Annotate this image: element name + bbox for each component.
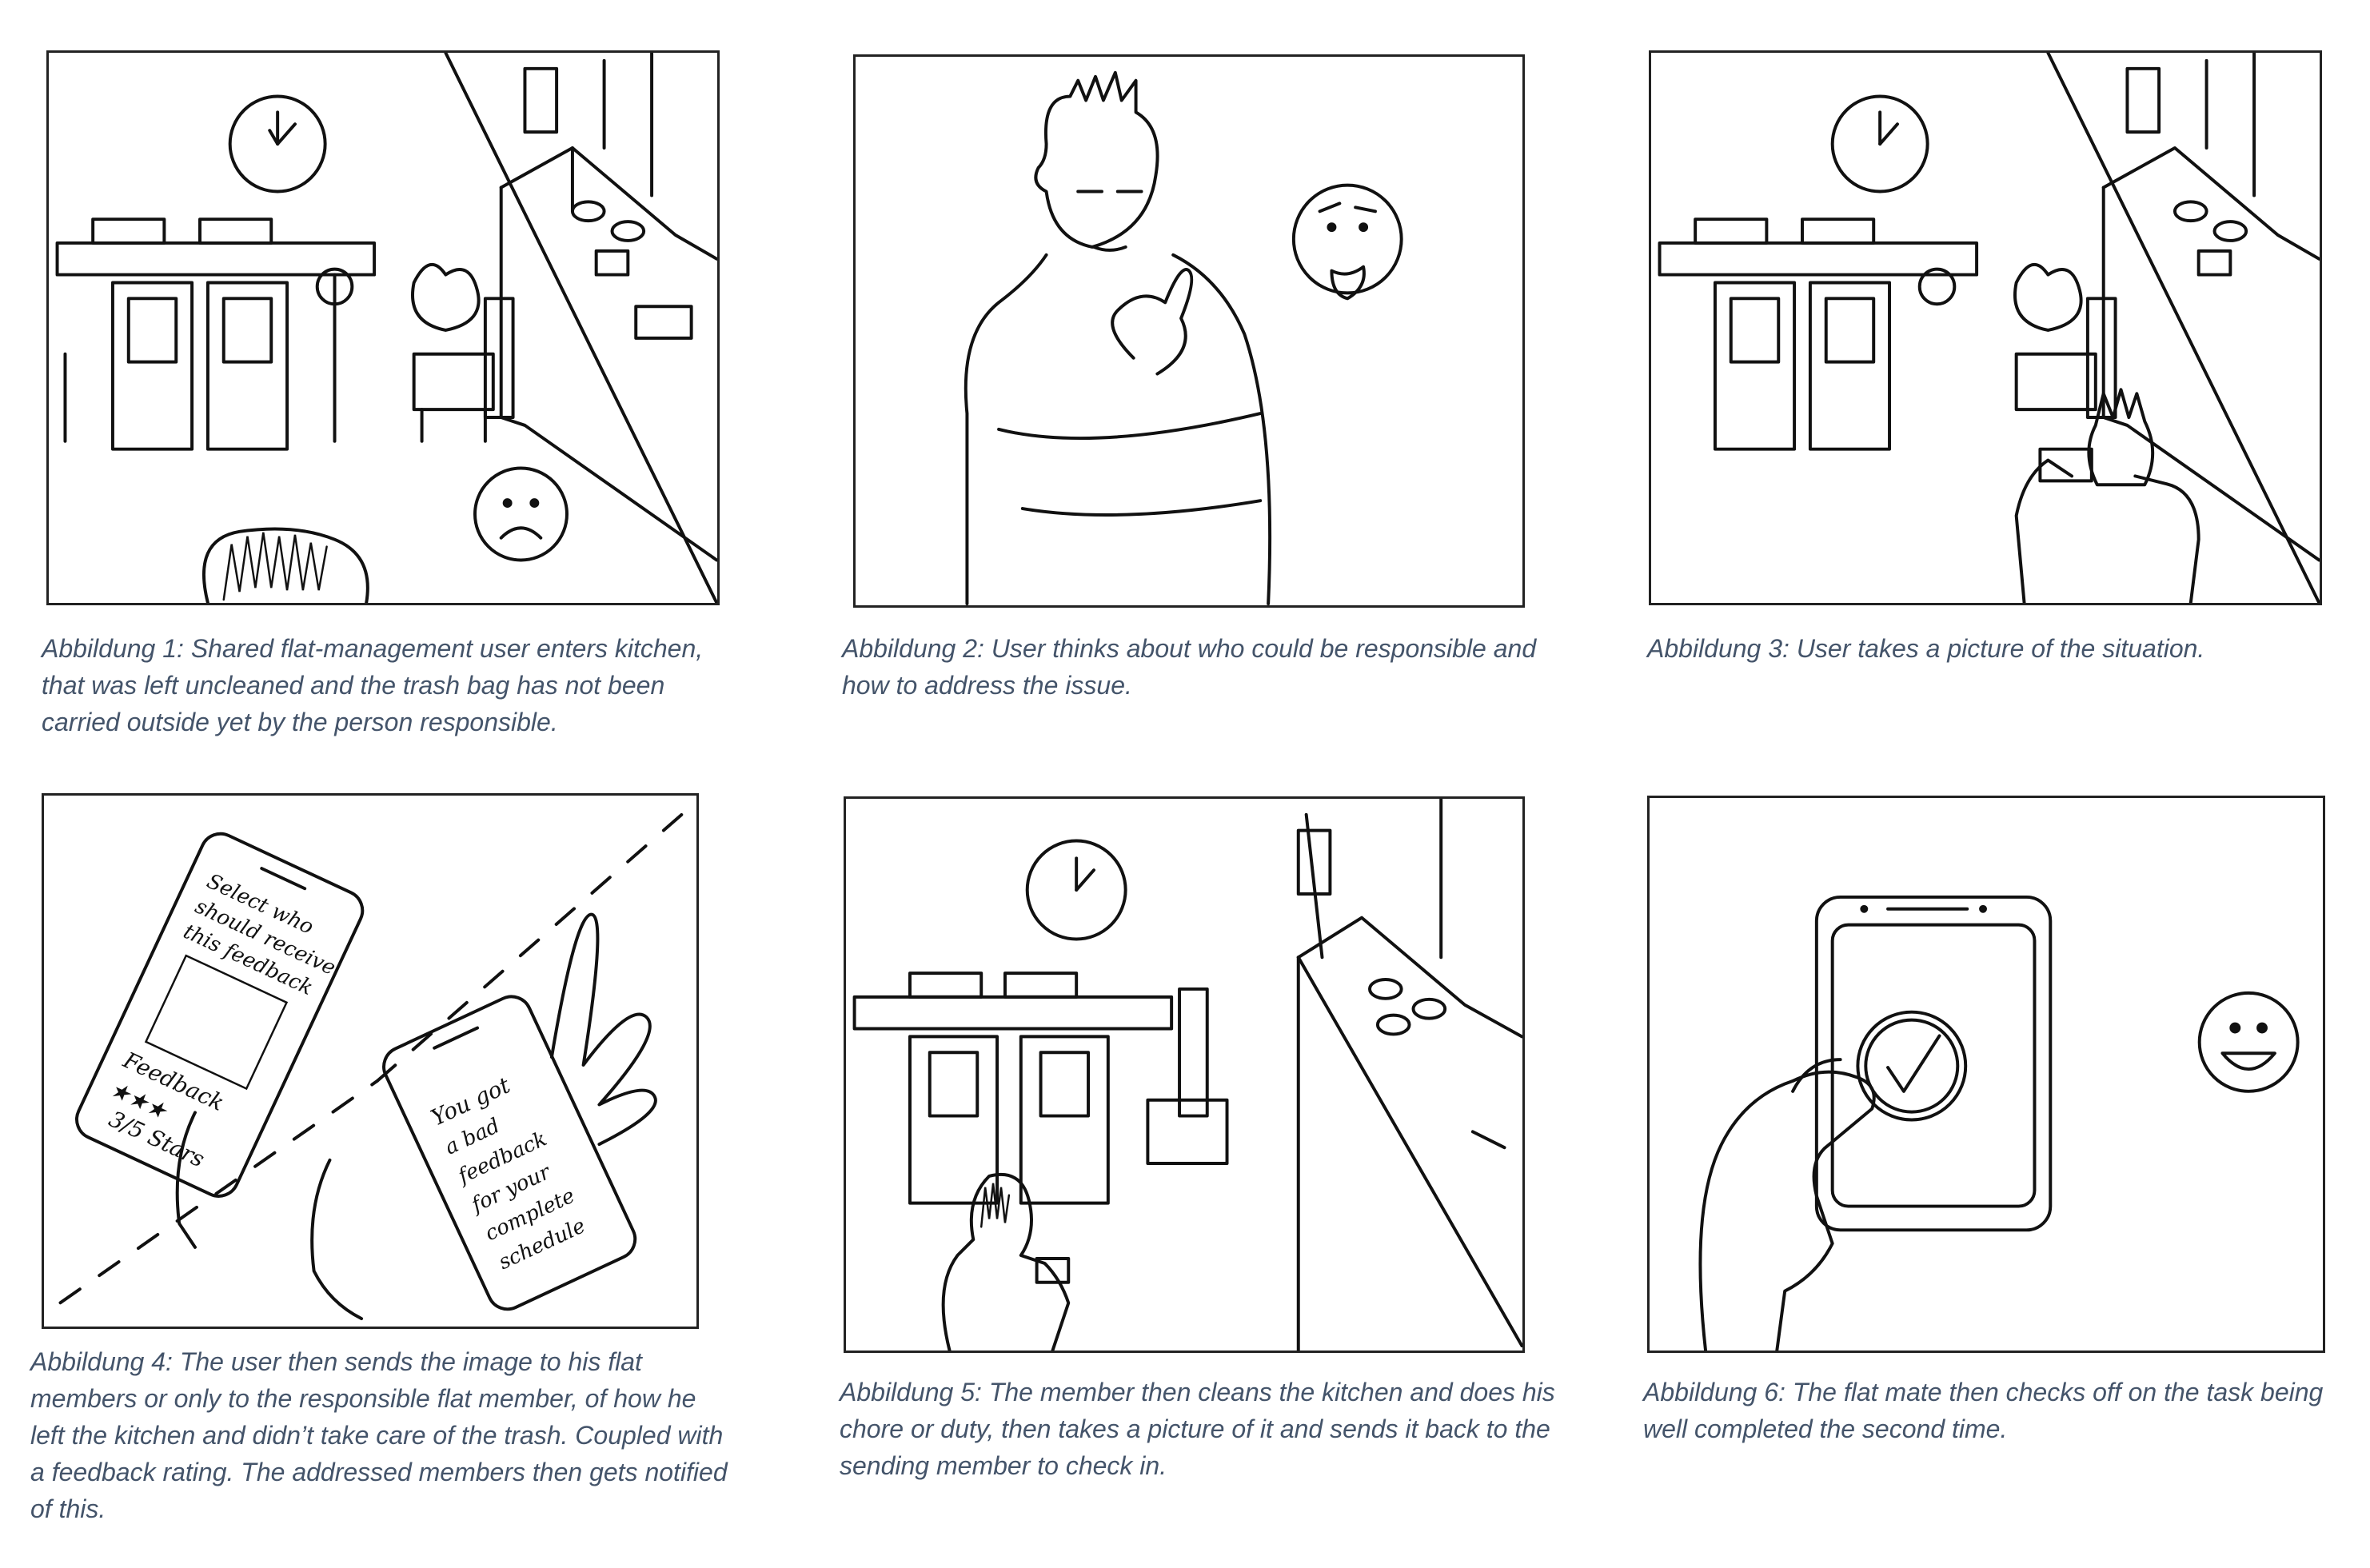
person-head [1034, 70, 1159, 249]
storyboard-panel-5 [844, 796, 1525, 1353]
chair [1808, 281, 1892, 451]
chair [2014, 352, 2097, 412]
hand [310, 1158, 364, 1321]
phone-icon [1814, 895, 2053, 1232]
chair [110, 281, 194, 451]
chair [1713, 281, 1797, 451]
caption-3: Abbildung 3: User takes a picture of the… [1647, 634, 2205, 663]
storyboard-panel-3 [1649, 50, 2322, 605]
caption-2: Abbildung 2: User thinks about who could… [842, 634, 1537, 700]
counter-top [2101, 146, 2320, 261]
chair [412, 352, 495, 412]
chair [1019, 1035, 1110, 1205]
photo-taking-sketch [1658, 53, 2320, 603]
trash-bag-icon [411, 262, 481, 332]
check-off-sketch [1698, 895, 2300, 1351]
chair [1146, 1098, 1229, 1166]
storyboard-panel-6 [1647, 796, 2325, 1353]
caption-5: Abbildung 5: The member then cleans the … [840, 1378, 1555, 1480]
torso-left [964, 253, 1048, 605]
thinking-face-icon [1291, 183, 1403, 295]
trash-bag-icon [2013, 262, 2083, 332]
counter-top [499, 146, 717, 261]
cleaning-member-sketch [852, 799, 1522, 1351]
thinking-user-sketch [964, 70, 1403, 605]
chair [908, 1035, 999, 1205]
storyboard-panel-1 [46, 50, 720, 605]
kitchen-sketch [55, 53, 717, 603]
hand [1111, 268, 1194, 376]
chair [205, 281, 289, 451]
arm-right [2133, 474, 2200, 603]
checkmark-icon [1886, 1034, 1941, 1093]
table [852, 995, 1174, 1031]
sending-feedback-sketch: Select who should receive this feedback … [58, 801, 696, 1321]
window [2125, 66, 2161, 134]
person-cleaning [941, 1172, 1071, 1351]
phone-icon [2038, 447, 2093, 483]
hand [549, 912, 657, 1147]
storyboard-panel-2 [853, 54, 1525, 608]
storyboard-panel-4: Select who should receive this feedback … [42, 793, 699, 1329]
pot-icon [594, 249, 630, 277]
sketch-text: You got [427, 1071, 515, 1131]
caption-1: Abbildung 1: Shared flat-management user… [42, 634, 704, 736]
sender-phone: Select who should receive this feedback … [75, 832, 365, 1198]
caption-6: Abbildung 6: The flat mate then checks o… [1643, 1378, 2324, 1443]
caption-4: Abbildung 4: The user then sends the ima… [30, 1347, 728, 1523]
pot-icon [2196, 249, 2232, 277]
hand [1698, 1070, 1876, 1351]
happy-face-icon [2197, 991, 2300, 1093]
receiver-phone: You got a bad feedback for your complete… [382, 995, 637, 1311]
window [523, 66, 559, 134]
sad-face-icon [473, 466, 569, 562]
